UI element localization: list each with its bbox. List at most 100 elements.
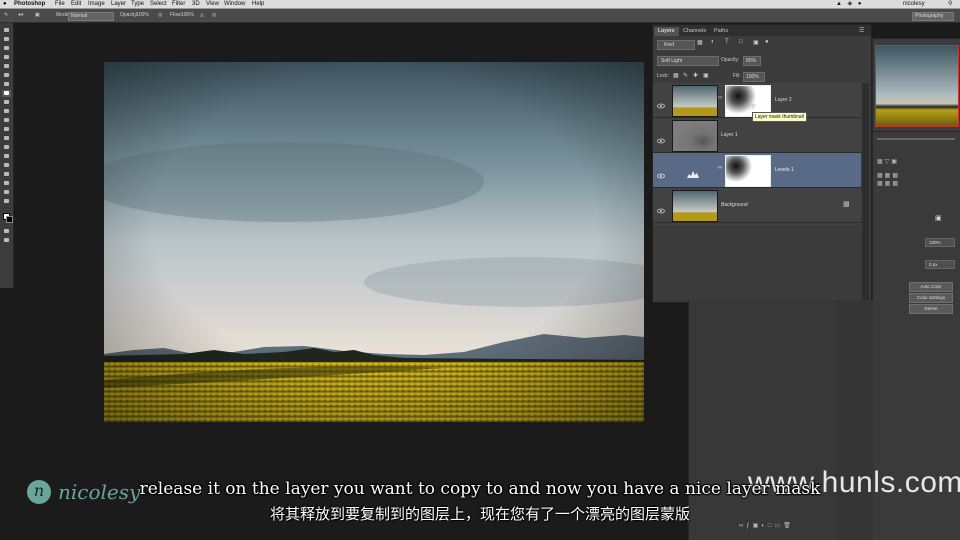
tab-channels[interactable]: Channels: [679, 27, 710, 36]
panel-icon-row[interactable]: ▦▦▦: [877, 180, 900, 187]
opacity-field[interactable]: 80%: [743, 56, 761, 66]
panel-icon-row[interactable]: ▦▦▦: [877, 172, 900, 179]
shape-tool-icon[interactable]: [2, 180, 11, 187]
lock-icon: ▩: [843, 201, 850, 208]
auto-color-button[interactable]: Auto Color: [909, 282, 953, 292]
filter-toggle-icon[interactable]: ●: [765, 39, 769, 45]
value-field[interactable]: 0 px: [925, 260, 955, 269]
landscape-photo: [104, 62, 644, 422]
filter-kind-select[interactable]: Kind: [657, 40, 695, 50]
mask-icon[interactable]: ▣: [935, 214, 942, 222]
menu-image[interactable]: Image: [88, 0, 105, 8]
eraser-tool-icon[interactable]: [2, 117, 11, 124]
layer-mask-thumbnail[interactable]: [725, 155, 771, 187]
eyedropper-tool-icon[interactable]: [2, 72, 11, 79]
subtitle-chinese: 将其释放到要复制到的图层上，现在您有了一个漂亮的图层蒙版: [269, 505, 690, 523]
layer-row[interactable]: Layer 1: [653, 118, 861, 153]
menu-help[interactable]: Help: [252, 0, 264, 8]
chain-link-icon[interactable]: ∞: [718, 95, 722, 101]
brush-tool-icon[interactable]: ✎: [4, 9, 8, 22]
lasso-tool-icon[interactable]: [2, 45, 11, 52]
filter-adjustment-icon[interactable]: ◐: [711, 39, 715, 45]
visibility-eye-icon[interactable]: [657, 166, 665, 179]
lock-position-icon[interactable]: ✚: [693, 72, 698, 79]
screen-mode-icon[interactable]: [2, 237, 11, 244]
menu-type[interactable]: Type: [131, 0, 144, 8]
filter-pixel-icon[interactable]: ▦: [697, 39, 703, 46]
pressure-size-icon[interactable]: ◎: [212, 9, 216, 22]
value-field[interactable]: 100%: [925, 238, 955, 247]
layer-name[interactable]: Layer 2: [775, 97, 792, 103]
visibility-eye-icon[interactable]: [657, 201, 665, 214]
type-tool-icon[interactable]: [2, 162, 11, 169]
brush-tool-icon[interactable]: [2, 90, 11, 97]
menu-view[interactable]: View: [206, 0, 219, 8]
user-name[interactable]: nicolesy: [903, 0, 925, 8]
filter-smart-object-icon[interactable]: ▣: [753, 39, 759, 46]
clone-stamp-tool-icon[interactable]: [2, 99, 11, 106]
move-tool-icon[interactable]: [2, 27, 11, 34]
history-brush-tool-icon[interactable]: [2, 108, 11, 115]
dodge-tool-icon[interactable]: [2, 144, 11, 151]
path-selection-tool-icon[interactable]: [2, 171, 11, 178]
blur-tool-icon[interactable]: [2, 135, 11, 142]
hand-tool-icon[interactable]: [2, 189, 11, 196]
layer-name[interactable]: Layer 1: [721, 132, 738, 138]
panel-menu-icon[interactable]: ☰: [859, 27, 864, 34]
color-settings-button[interactable]: Color Settings: [909, 293, 953, 303]
pressure-opacity-icon[interactable]: ◎: [158, 9, 162, 22]
quick-select-tool-icon[interactable]: [2, 54, 11, 61]
layer-thumbnail[interactable]: [672, 85, 718, 117]
menu-app[interactable]: Photoshop: [14, 0, 45, 8]
document-canvas[interactable]: [104, 62, 644, 422]
visibility-eye-icon[interactable]: [657, 131, 665, 144]
flow-value[interactable]: 100%: [181, 9, 194, 22]
layer-name[interactable]: Levels 1: [775, 167, 794, 173]
delete-button[interactable]: Delete: [909, 304, 953, 314]
menu-edit[interactable]: Edit: [71, 0, 81, 8]
chain-link-icon[interactable]: ∞: [718, 165, 722, 171]
menu-filter[interactable]: Filter: [172, 0, 185, 8]
menu-layer[interactable]: Layer: [111, 0, 126, 8]
lock-transparent-icon[interactable]: ▦: [673, 72, 679, 79]
menu-file[interactable]: File: [55, 0, 65, 8]
filter-type-icon[interactable]: T: [725, 39, 729, 45]
layers-scrollbar[interactable]: [862, 83, 869, 300]
layer-row[interactable]: Background ▩: [653, 188, 861, 223]
filter-shape-icon[interactable]: □: [739, 39, 743, 45]
marquee-tool-icon[interactable]: [2, 36, 11, 43]
fill-field[interactable]: 100%: [743, 72, 765, 82]
layer-row[interactable]: ∞ Levels 1: [653, 153, 861, 188]
layer-thumbnail[interactable]: [672, 120, 718, 152]
lock-all-icon[interactable]: ▣: [703, 72, 709, 79]
mode-select[interactable]: Normal: [68, 12, 114, 21]
menu-3d[interactable]: 3D: [192, 0, 200, 8]
brush-preset-picker[interactable]: ●▾: [18, 9, 24, 22]
levels-adjustment-icon[interactable]: [687, 165, 699, 178]
pen-tool-icon[interactable]: [2, 153, 11, 160]
lock-pixels-icon[interactable]: ✎: [683, 72, 688, 79]
gradient-tool-icon[interactable]: [2, 126, 11, 133]
opacity-value[interactable]: 100%: [136, 9, 149, 22]
healing-brush-tool-icon[interactable]: [2, 81, 11, 88]
panel-icon-row[interactable]: ▦▽▣: [877, 158, 899, 165]
quick-mask-icon[interactable]: [2, 228, 11, 235]
zoom-tool-icon[interactable]: [2, 198, 11, 205]
workspace-select[interactable]: Photography: [912, 12, 954, 21]
apple-icon[interactable]: ●: [3, 0, 7, 8]
crop-tool-icon[interactable]: [2, 63, 11, 70]
zoom-slider[interactable]: [877, 138, 955, 140]
menu-window[interactable]: Window: [224, 0, 245, 8]
search-icon[interactable]: ⚲: [948, 0, 952, 8]
layer-thumbnail[interactable]: [672, 190, 718, 222]
background-color-swatch[interactable]: [6, 216, 13, 223]
tab-layers[interactable]: Layers: [654, 27, 679, 36]
tab-paths[interactable]: Paths: [710, 27, 732, 36]
brush-panel-icon[interactable]: ▣: [35, 9, 40, 22]
airbrush-icon[interactable]: ◬: [200, 9, 204, 22]
navigator-thumbnail[interactable]: [875, 45, 959, 127]
menu-select[interactable]: Select: [150, 0, 167, 8]
blend-mode-select[interactable]: Soft Light: [657, 56, 719, 66]
visibility-eye-icon[interactable]: [657, 96, 665, 109]
layer-name[interactable]: Background: [721, 202, 748, 208]
